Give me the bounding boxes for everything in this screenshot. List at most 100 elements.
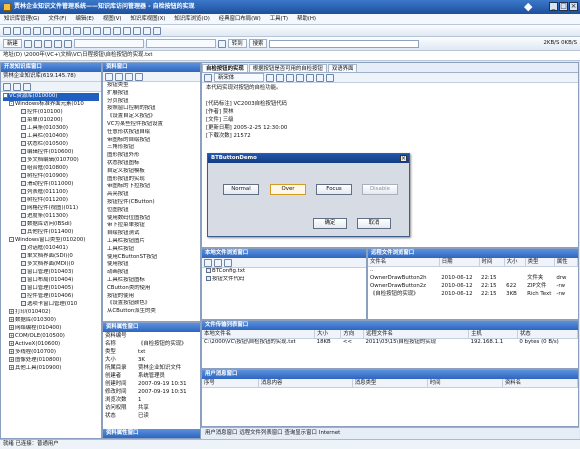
italic-icon[interactable]: [276, 73, 284, 82]
undo-icon[interactable]: [73, 26, 81, 35]
tree-node[interactable]: 菜单(010200): [3, 117, 99, 125]
redo-icon[interactable]: [83, 26, 91, 35]
list-item[interactable]: 扩展按钮: [103, 90, 200, 98]
list-item[interactable]: 使用数码位图按钮: [103, 215, 200, 223]
underline-icon[interactable]: [286, 73, 294, 82]
tree-node[interactable]: + COM/OLE(010500): [3, 333, 99, 341]
tab-internet[interactable]: Internet: [319, 430, 340, 437]
tree-node[interactable]: 其他控件(011400): [3, 229, 99, 237]
tree-node-vc[interactable]: - VC资源库(010000): [3, 93, 99, 101]
tree-node[interactable]: 数据库访问(IBSdi): [3, 221, 99, 229]
tree-node[interactable]: 窗口管理(010405): [3, 285, 99, 293]
tree-node[interactable]: + 多线程(010700): [3, 349, 99, 357]
normal-button[interactable]: Normal: [223, 184, 259, 195]
home-icon[interactable]: [113, 26, 121, 35]
list-item[interactable]: 分页按钮: [103, 98, 200, 106]
tree-node[interactable]: 控件管理(010406): [3, 293, 99, 301]
list-item[interactable]: 按钮控件(CButton): [103, 199, 200, 207]
cut-icon[interactable]: [43, 26, 51, 35]
tab-related-document[interactable]: 根据按钮是否可用的自检按钮: [248, 64, 327, 72]
folder-up-icon[interactable]: [204, 258, 212, 267]
list-item[interactable]: 自绘按钮测试: [103, 230, 200, 238]
tree-node[interactable]: 进度条(011300): [3, 213, 99, 221]
list-item[interactable]: 使用CButtonST按钮: [103, 254, 200, 262]
paste-icon[interactable]: [63, 26, 71, 35]
home-icon[interactable]: [63, 39, 72, 48]
tab-remote-files[interactable]: 远程文件列表窗口: [239, 430, 282, 437]
tree-node[interactable]: + ActiveX(010600): [3, 341, 99, 349]
tree-node[interactable]: 多文档编辑(010700): [3, 157, 99, 165]
ok-button[interactable]: 确定: [313, 218, 347, 229]
table-row[interactable]: ..: [368, 266, 578, 274]
tree-node[interactable]: 工具条(010300): [3, 125, 99, 133]
find-icon[interactable]: [93, 26, 101, 35]
address-bar[interactable]: 地址(D) \2000年\VC+\文档\VC\日程按钮\自检按钮的实现.txt: [0, 51, 580, 61]
tree-node[interactable]: 工具栏(010400): [3, 133, 99, 141]
table-row[interactable]: 《自检按钮的实现》 2010-06-12 22:15 3KB Rich Text -rw: [368, 290, 578, 298]
new-button[interactable]: 新建: [3, 39, 22, 48]
list-item[interactable]: 工具栏按钮图标: [103, 277, 200, 285]
menu-tools[interactable]: 工具(T): [270, 16, 288, 22]
tree-node[interactable]: 窗口管理(010403): [3, 269, 99, 277]
back-icon[interactable]: [23, 39, 32, 48]
list-item[interactable]: 带图标的自绘按钮: [103, 137, 200, 145]
font-select[interactable]: 新宋体: [214, 73, 264, 82]
menu-layout[interactable]: 经典窗口布局(W): [219, 16, 261, 22]
list-item[interactable]: 《设置自定义按钮》: [103, 113, 200, 121]
new-file-icon[interactable]: [3, 26, 11, 35]
list-item[interactable]: 位图按钮: [103, 207, 200, 215]
tree-node[interactable]: 滑动控件(011000): [3, 181, 99, 189]
favorite-icon[interactable]: [217, 39, 226, 48]
refresh-icon[interactable]: [135, 72, 143, 81]
help-icon[interactable]: [153, 26, 161, 35]
tree-node[interactable]: 编辑控件(010600): [3, 149, 99, 157]
list-item[interactable]: 动画按钮: [103, 269, 200, 277]
cancel-button[interactable]: 取消: [357, 218, 391, 229]
list-item[interactable]: 高亮按钮: [103, 191, 200, 199]
menu-library-view[interactable]: 知识库视图(X): [131, 16, 166, 22]
window-icon[interactable]: [143, 26, 151, 35]
align-right-icon[interactable]: [316, 73, 324, 82]
view-icon[interactable]: [105, 72, 113, 81]
expand-icon[interactable]: [3, 82, 11, 91]
tree-node[interactable]: 列表框(011100): [3, 189, 99, 197]
list-item[interactable]: 状态按钮图标: [103, 160, 200, 168]
forward-icon[interactable]: [33, 39, 42, 48]
list-item[interactable]: 图形按钮的实现: [103, 176, 200, 184]
local-file-item[interactable]: BTConfig.txt: [202, 268, 366, 276]
tree-node[interactable]: 网格控件(视图)(011): [3, 205, 99, 213]
tree-node[interactable]: 窗口布局(010404): [3, 277, 99, 285]
tree-node[interactable]: - Windows标准界面元素(010: [3, 101, 99, 109]
color-icon[interactable]: [326, 73, 334, 82]
list-item[interactable]: 任意形状按钮自绘: [103, 129, 200, 137]
copy-icon[interactable]: [53, 26, 61, 35]
dialog-close-icon[interactable]: ×: [400, 155, 407, 162]
list-item[interactable]: 使用按钮: [103, 261, 200, 269]
local-file-item[interactable]: 按钮文件代码: [202, 275, 366, 284]
delete-icon[interactable]: [224, 258, 232, 267]
list-item[interactable]: 按钮的使用: [103, 293, 200, 301]
tab-bilingual[interactable]: 双语界面: [327, 64, 358, 72]
tree-node[interactable]: 控件(010100): [3, 109, 99, 117]
tree-node[interactable]: + 打印(010402): [3, 309, 99, 317]
tree-node[interactable]: + 数据库(010300): [3, 317, 99, 325]
filter-icon[interactable]: [23, 82, 31, 91]
history-dropdown[interactable]: [145, 39, 216, 48]
go-button[interactable]: 转到: [227, 39, 247, 48]
collapse-icon[interactable]: [13, 82, 21, 91]
refresh-icon[interactable]: [103, 26, 111, 35]
list-item[interactable]: 工具栏按钮图片: [103, 238, 200, 246]
tab-query-display[interactable]: 查询显示窗口: [285, 430, 317, 437]
table-row[interactable]: OwnerDrawButton2h 2010-06-12 22:15 文件夹 drw: [368, 274, 578, 282]
settings-icon[interactable]: [123, 26, 131, 35]
tree-node[interactable]: 选项卡窗口管理(010: [3, 301, 99, 309]
tree-node[interactable]: - Windows窗口类型(010200): [3, 237, 99, 245]
sort-icon[interactable]: [115, 72, 123, 81]
list-item[interactable]: 工具栏按钮: [103, 246, 200, 254]
menu-file[interactable]: 文件(F): [48, 16, 66, 22]
list-item[interactable]: 带图标的下拉按钮: [103, 183, 200, 191]
menu-edit[interactable]: 编辑(E): [75, 16, 93, 22]
minimize-button[interactable]: _: [549, 2, 558, 11]
search-input[interactable]: [269, 39, 420, 48]
align-center-icon[interactable]: [306, 73, 314, 82]
